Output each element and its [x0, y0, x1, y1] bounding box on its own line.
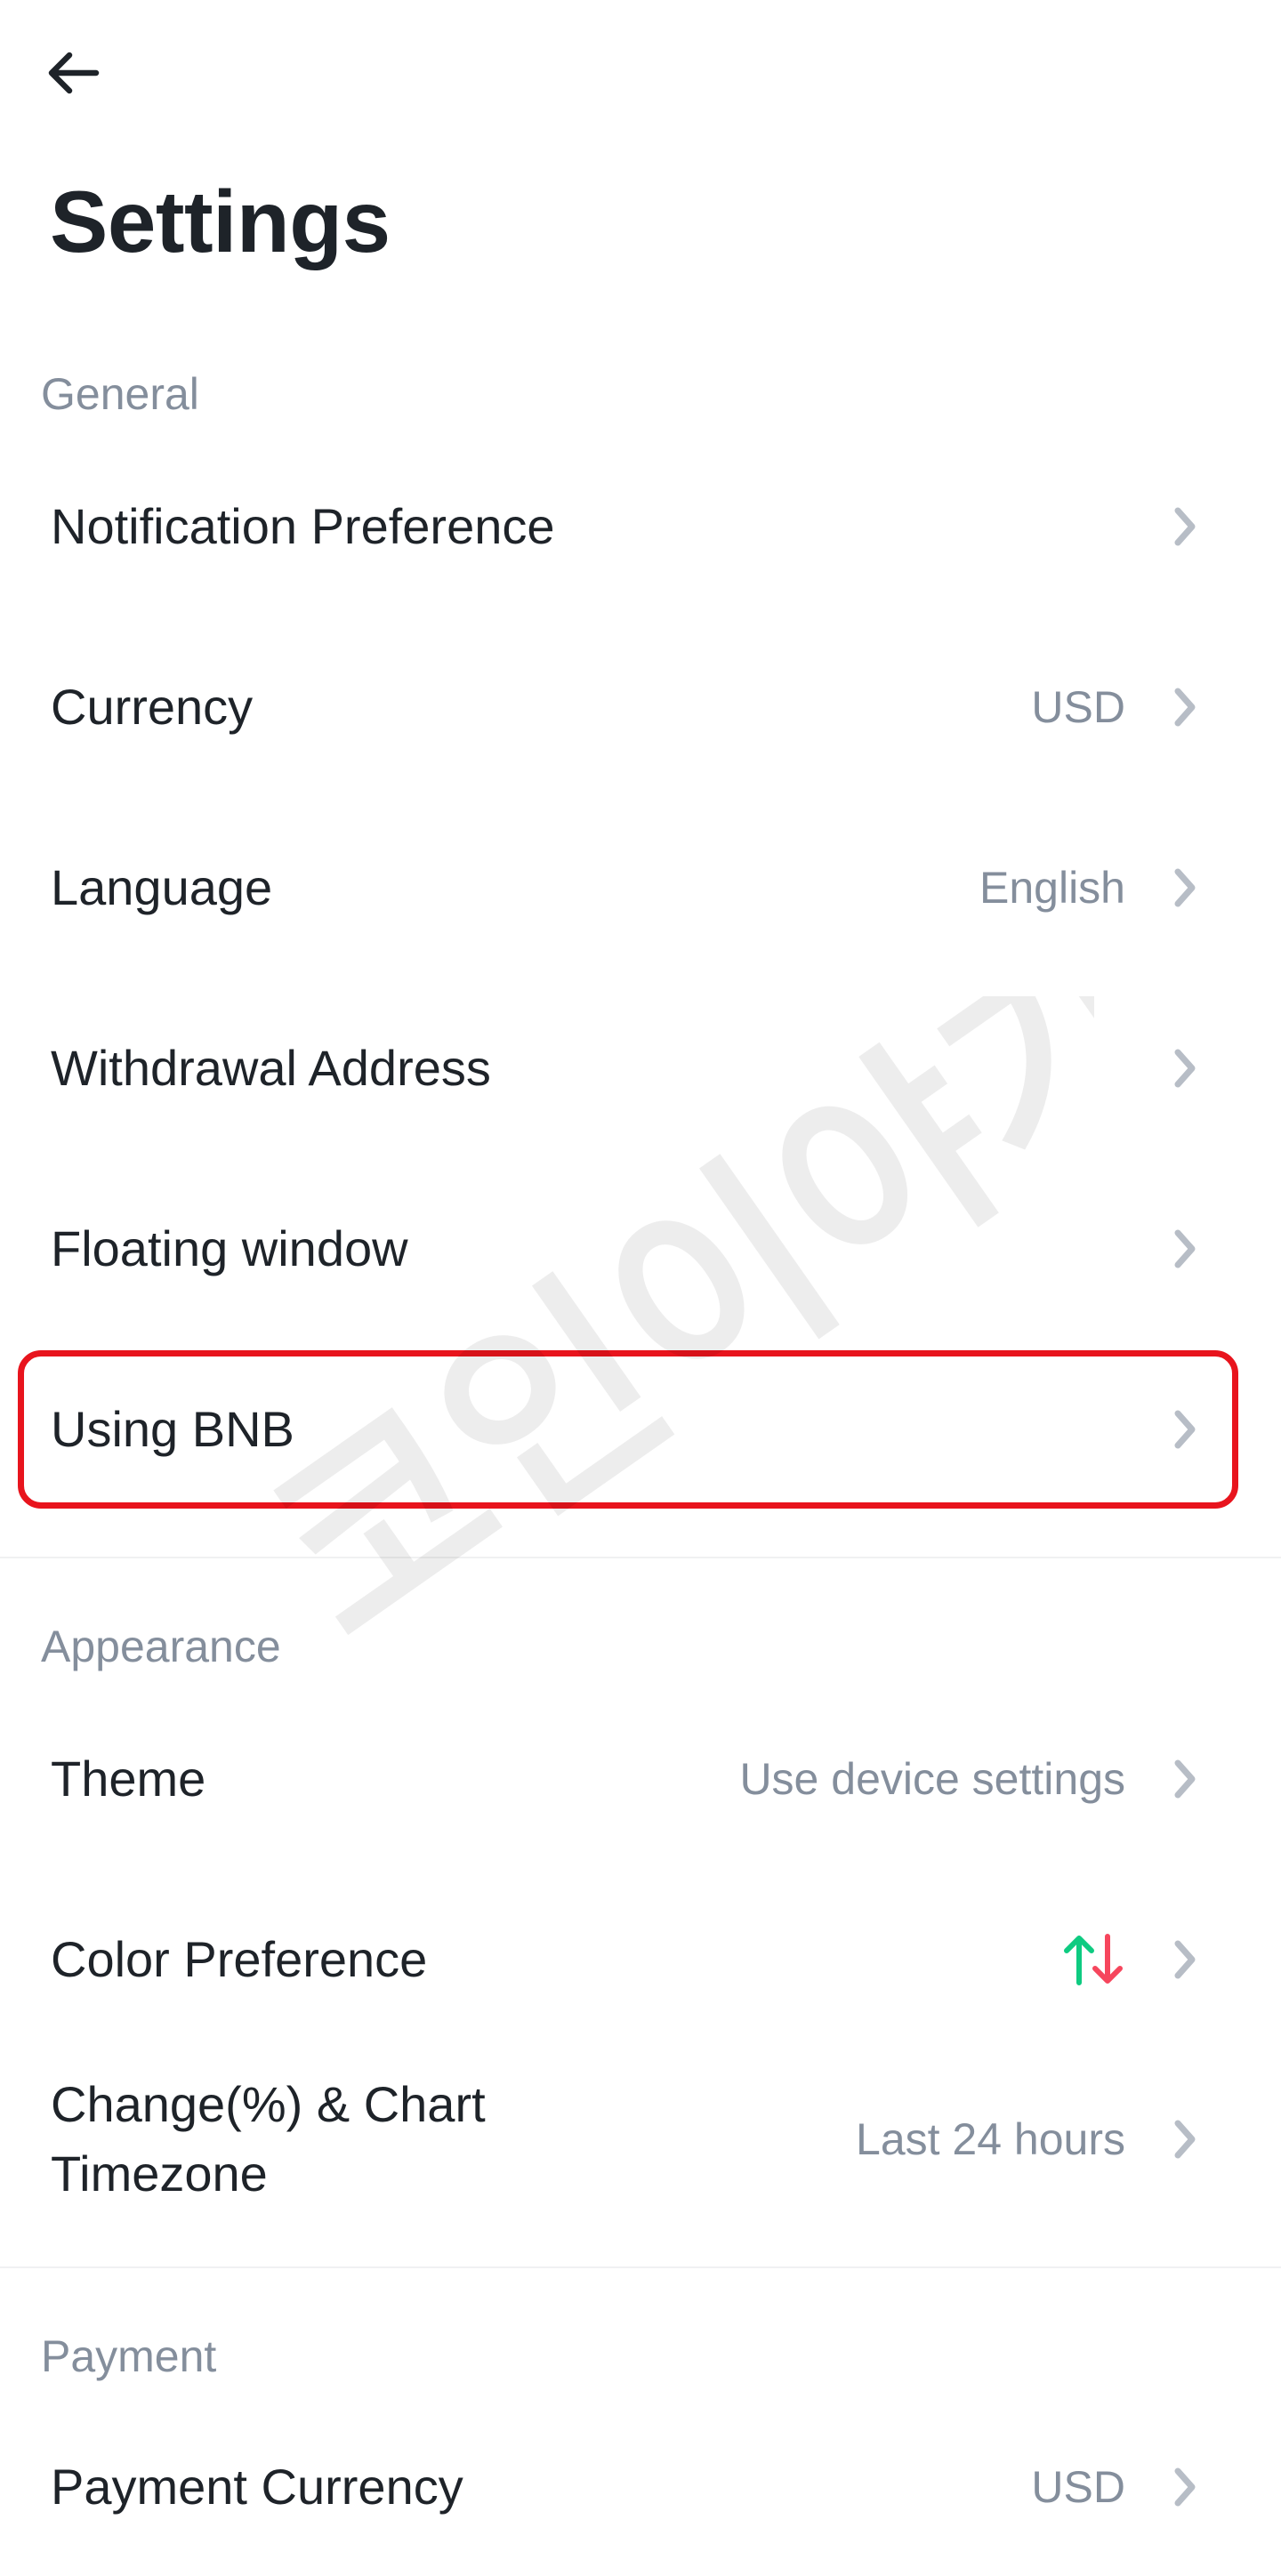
row-value: USD — [1031, 682, 1125, 732]
row-label: Floating window — [51, 1220, 408, 1276]
row-label: Withdrawal Address — [51, 1040, 491, 1096]
chevron-right-icon — [1174, 2120, 1196, 2159]
settings-row-color-preference[interactable]: Color Preference — [0, 1871, 1281, 2049]
up-down-arrows-icon — [1064, 1934, 1123, 1985]
row-value: Use device settings — [739, 1754, 1125, 1804]
chevron-right-icon — [1174, 1229, 1196, 1268]
page-title: Settings — [50, 173, 391, 270]
row-label: Notification Preference — [51, 498, 555, 554]
chevron-right-icon — [1174, 1759, 1196, 1799]
chevron-right-icon — [1174, 1940, 1196, 1979]
settings-row-notification-preference[interactable]: Notification Preference — [0, 438, 1281, 616]
row-label: Payment Currency — [51, 2459, 463, 2515]
settings-row-change-chart-timezone[interactable]: Change(%) & Chart Timezone Last 24 hours — [0, 2049, 1281, 2230]
settings-row-floating-window[interactable]: Floating window — [0, 1160, 1281, 1338]
settings-row-currency[interactable]: Currency USD — [0, 618, 1281, 796]
section-label-payment: Payment — [41, 2331, 217, 2381]
chevron-right-icon — [1174, 2467, 1196, 2507]
row-label: Using BNB — [51, 1401, 294, 1457]
settings-row-theme[interactable]: Theme Use device settings — [0, 1690, 1281, 1868]
settings-row-payment-currency[interactable]: Payment Currency USD — [0, 2398, 1281, 2576]
section-divider — [0, 1557, 1281, 1558]
settings-row-withdrawal-address[interactable]: Withdrawal Address — [0, 979, 1281, 1157]
back-button[interactable] — [44, 37, 125, 109]
arrow-left-icon — [48, 52, 100, 94]
row-label: Currency — [51, 679, 254, 735]
chevron-right-icon — [1174, 1049, 1196, 1088]
row-value: USD — [1031, 2462, 1125, 2512]
section-label-appearance: Appearance — [41, 1622, 281, 1671]
row-label: Theme — [51, 1751, 206, 1807]
row-value: English — [979, 863, 1125, 913]
row-label: Color Preference — [51, 1931, 428, 1987]
settings-row-using-bnb[interactable]: Using BNB — [0, 1340, 1281, 1518]
chevron-right-icon — [1174, 1410, 1196, 1449]
row-value: Last 24 hours — [856, 2114, 1125, 2164]
section-divider — [0, 2266, 1281, 2268]
row-label: Language — [51, 859, 273, 915]
chevron-right-icon — [1174, 868, 1196, 907]
chevron-right-icon — [1174, 507, 1196, 546]
row-label: Change(%) & Chart Timezone — [51, 2076, 486, 2202]
settings-row-language[interactable]: Language English — [0, 799, 1281, 977]
section-label-general: General — [41, 369, 199, 419]
chevron-right-icon — [1174, 688, 1196, 727]
